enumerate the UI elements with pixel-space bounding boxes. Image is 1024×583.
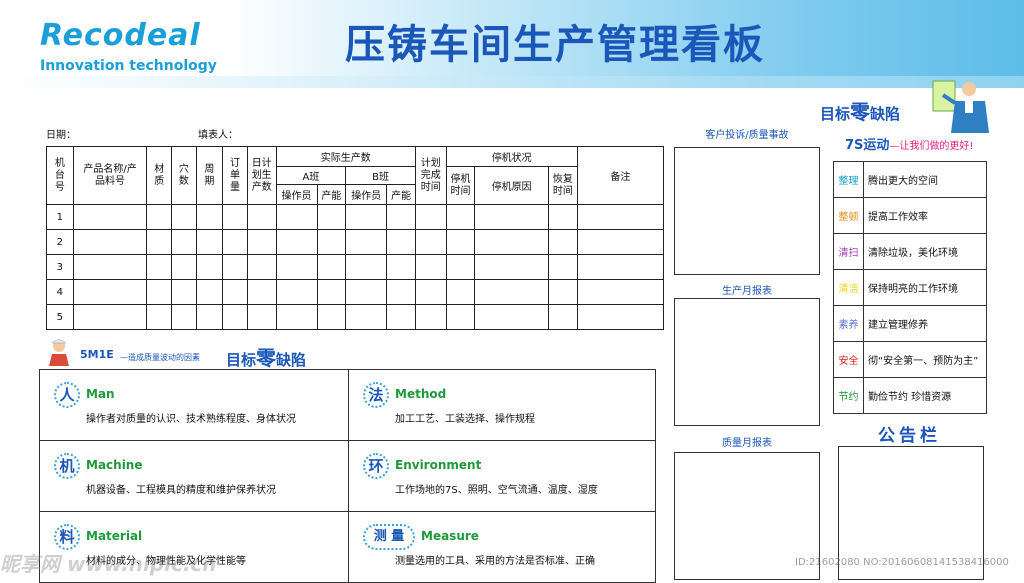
m5e-item-desc: 操作者对质量的认识、技术熟练程度、身体状况 bbox=[86, 414, 296, 425]
table-row: 4 bbox=[46, 279, 665, 305]
m5e-item-machine: 机 Machine 机器设备、工程模具的精度和维护保养状况 bbox=[40, 441, 348, 512]
col-operator-a: 操作员 bbox=[275, 184, 318, 205]
page-title: 压铸车间生产管理看板 bbox=[345, 22, 765, 68]
s7-key: 安全 bbox=[833, 341, 864, 378]
s7-key: 整理 bbox=[833, 161, 864, 198]
monthly-production-panel bbox=[674, 298, 820, 426]
m5e-item-name: Method bbox=[395, 387, 447, 401]
col-plan-qty: 日计划生产数 bbox=[246, 146, 277, 205]
brand-tagline: Innovation technology bbox=[40, 58, 217, 74]
s7-key: 整顿 bbox=[833, 197, 864, 234]
col-stop-time: 停机时间 bbox=[445, 166, 476, 205]
s7-key: 素养 bbox=[833, 305, 864, 342]
s7-value: 提高工作效率 bbox=[863, 197, 987, 234]
s7-key: 节约 bbox=[833, 377, 864, 414]
col-downtime: 停机状况 bbox=[445, 146, 578, 167]
col-material: 材质 bbox=[146, 146, 173, 205]
m5e-item-name: Machine bbox=[86, 458, 143, 472]
col-order: 订单量 bbox=[222, 146, 248, 205]
s7-value: 腾出更大的空间 bbox=[863, 161, 987, 198]
s7-row: 节约 勤俭节约 珍惜资源 bbox=[833, 377, 987, 414]
col-output-b: 产能 bbox=[386, 184, 416, 205]
col-plan-time: 计划完成时间 bbox=[414, 146, 447, 205]
filler-label: 填表人： bbox=[198, 130, 238, 141]
m5e-item-name: Environment bbox=[395, 458, 482, 472]
m5e-item-method: 法 Method 加工工艺、工装选择、操作规程 bbox=[348, 370, 656, 441]
s7-value: 保持明亮的工作环境 bbox=[863, 269, 987, 306]
presenter-illustration bbox=[932, 80, 989, 133]
s7-value: 勤俭节约 珍惜资源 bbox=[863, 377, 987, 414]
m5e-item-desc: 测量选用的工具、采用的方法是否标准、正确 bbox=[395, 556, 595, 567]
s7-heading: 7S运动—让我们做的更好! bbox=[845, 138, 974, 153]
brand-logo: Recodeal bbox=[40, 18, 201, 53]
s7-row: 清洁 保持明亮的工作环境 bbox=[833, 269, 987, 306]
col-remark: 备注 bbox=[576, 146, 665, 205]
s7-value: 建立管理修养 bbox=[863, 305, 987, 342]
m5e-item-desc: 机器设备、工程模具的精度和维护保养状况 bbox=[86, 485, 276, 496]
col-resume-time: 恢复时间 bbox=[548, 166, 578, 205]
s7-table: 整理 腾出更大的空间 整顿 提高工作效率 清扫 清除垃圾，美化环境 清洁 保持明亮的工作… bbox=[833, 161, 987, 414]
m5e-title: 5M1E bbox=[80, 348, 114, 361]
complaint-panel bbox=[674, 147, 820, 275]
row-number: 4 bbox=[46, 279, 74, 305]
row-number: 5 bbox=[46, 304, 74, 330]
s7-row: 整顿 提高工作效率 bbox=[833, 197, 987, 234]
s7-value: 彻“安全第一、预防为主” bbox=[863, 341, 987, 378]
s7-row: 安全 彻“安全第一、预防为主” bbox=[833, 341, 987, 378]
m5e-zero-defect: 目标零缺陷 bbox=[226, 346, 307, 370]
m5e-item-environment: 环 Environment 工作场地的7S、照明、空气流通、温度、湿度 bbox=[348, 441, 656, 512]
col-stop-reason: 停机原因 bbox=[474, 166, 550, 205]
material-badge-icon: 料 bbox=[54, 524, 80, 550]
s7-row: 清扫 清除垃圾，美化环境 bbox=[833, 233, 987, 270]
complaint-label: 客户投诉/质量事故 bbox=[705, 130, 789, 141]
row-number: 2 bbox=[46, 229, 74, 255]
s7-key: 清洁 bbox=[833, 269, 864, 306]
col-actual: 实际生产数 bbox=[275, 146, 416, 167]
col-machine-no: 机台号 bbox=[46, 146, 74, 205]
col-cycle: 周期 bbox=[195, 146, 224, 205]
m5e-note: —造成质量波动的因素 bbox=[120, 353, 200, 362]
machine-badge-icon: 机 bbox=[54, 453, 80, 479]
worker-icon bbox=[49, 339, 69, 366]
m5e-item-man: 人 Man 操作者对质量的认识、技术熟练程度、身体状况 bbox=[40, 370, 348, 441]
col-shift-b: B班 bbox=[345, 166, 416, 185]
row-number: 1 bbox=[46, 204, 74, 230]
table-row: 1 bbox=[46, 204, 665, 230]
s7-value: 清除垃圾，美化环境 bbox=[863, 233, 987, 270]
zero-defect-heading: 目标零缺陷 bbox=[820, 100, 901, 124]
measure-badge-icon: 测 量 bbox=[363, 524, 415, 550]
notice-board-title: 公告栏 bbox=[878, 426, 941, 446]
man-badge-icon: 人 bbox=[54, 382, 80, 408]
m5e-item-name: Man bbox=[86, 387, 115, 401]
col-operator-b: 操作员 bbox=[345, 184, 388, 205]
monthly-production-label: 生产月报表 bbox=[722, 286, 772, 297]
m5e-item-name: Measure bbox=[421, 529, 479, 543]
monthly-quality-label: 质量月报表 bbox=[722, 438, 772, 449]
col-cavity: 穴数 bbox=[171, 146, 197, 205]
col-product: 产品名称/产品料号 bbox=[72, 146, 148, 205]
table-row: 3 bbox=[46, 254, 665, 280]
production-table: 机台号 产品名称/产品料号 材质 穴数 周期 订单量 日计划生产数 实际生产数 … bbox=[46, 146, 665, 330]
s7-row: 素养 建立管理修养 bbox=[833, 305, 987, 342]
environment-badge-icon: 环 bbox=[363, 453, 389, 479]
s7-key: 清扫 bbox=[833, 233, 864, 270]
header-stripe bbox=[0, 76, 1024, 88]
table-row: 5 bbox=[46, 304, 665, 330]
method-badge-icon: 法 bbox=[363, 382, 389, 408]
m5e-item-desc: 工作场地的7S、照明、空气流通、温度、湿度 bbox=[395, 485, 598, 496]
m5e-item-measure: 测 量 Measure 测量选用的工具、采用的方法是否标准、正确 bbox=[348, 512, 656, 583]
watermark-right: ID:21602080 NO:20160608141538416000 bbox=[795, 557, 1009, 568]
m5e-item-desc: 加工工艺、工装选择、操作规程 bbox=[395, 414, 535, 425]
col-shift-a: A班 bbox=[275, 166, 347, 185]
s7-row: 整理 腾出更大的空间 bbox=[833, 161, 987, 198]
col-output-a: 产能 bbox=[316, 184, 347, 205]
row-number: 3 bbox=[46, 254, 74, 280]
table-row: 2 bbox=[46, 229, 665, 255]
m5e-item-name: Material bbox=[86, 529, 143, 543]
watermark-left: 昵享网 www.nipic.cn bbox=[0, 552, 217, 576]
date-label: 日期： bbox=[46, 130, 76, 141]
